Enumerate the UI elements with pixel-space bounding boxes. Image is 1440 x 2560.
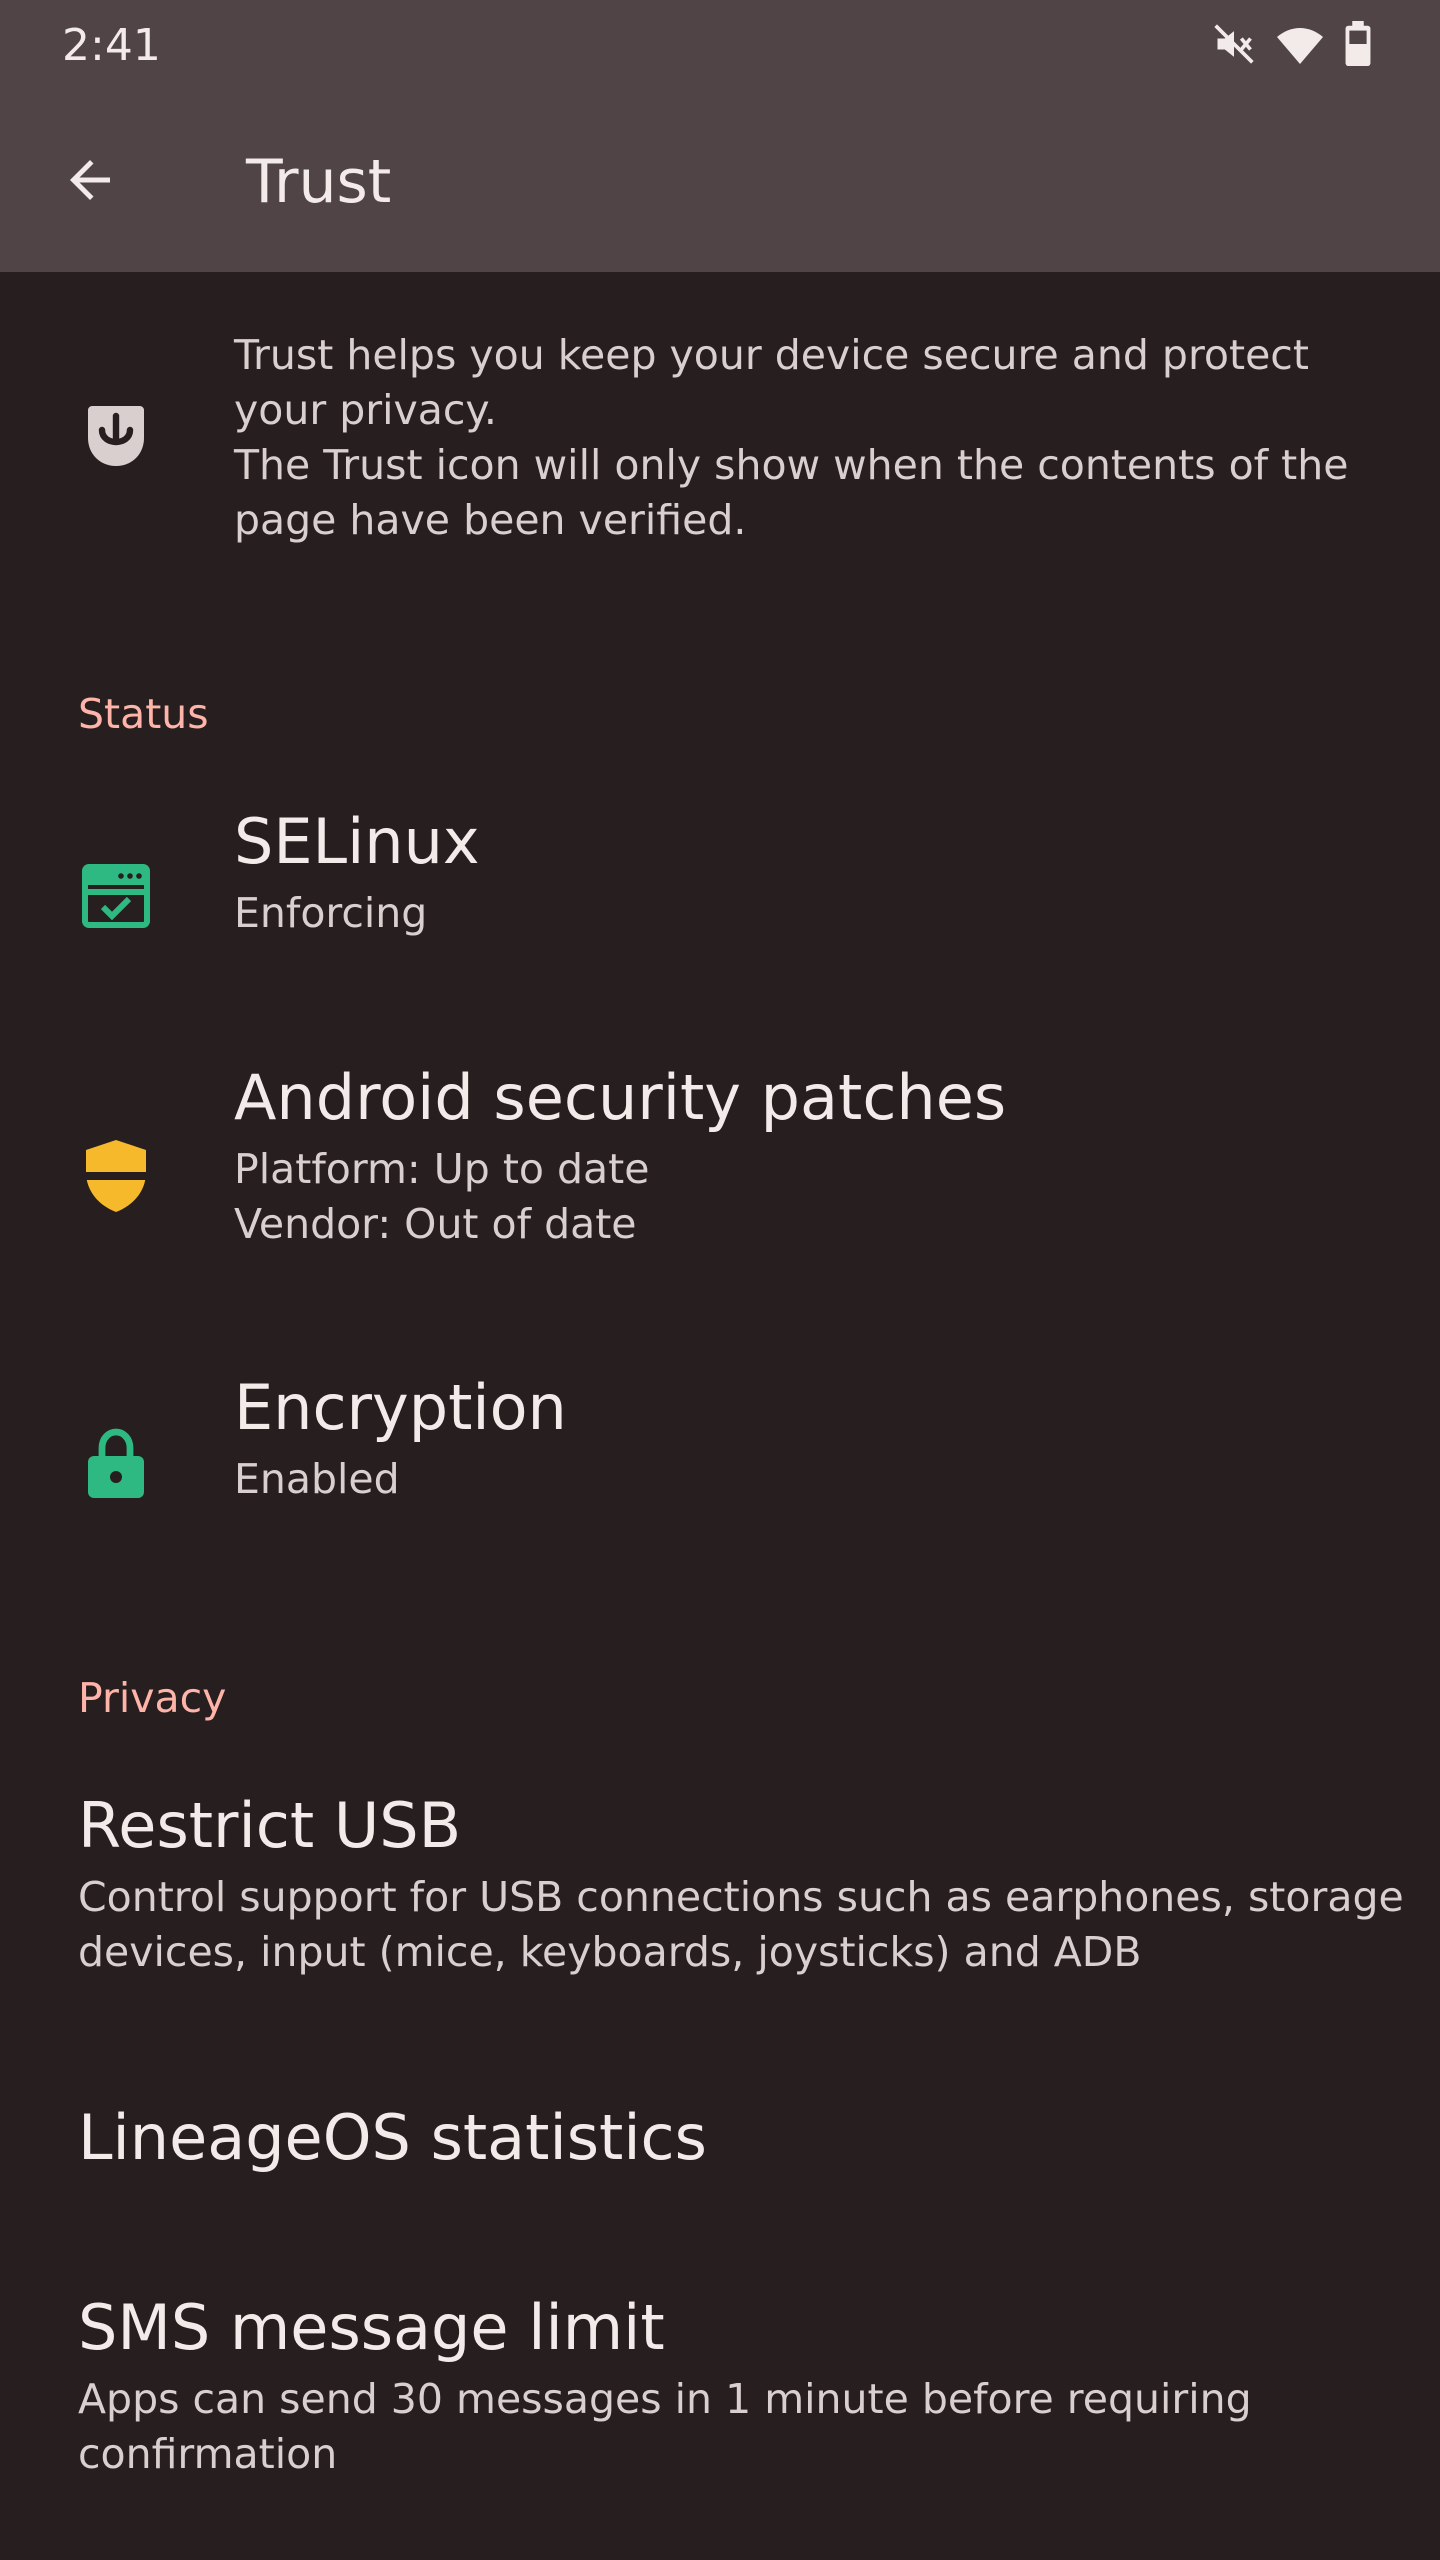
pref-title: Encryption [234, 1371, 567, 1444]
battery-icon [1344, 21, 1372, 71]
pref-security-patches[interactable]: Android security patches Platform: Up to… [0, 1052, 1440, 1312]
pref-summary: Platform: Up to date Vendor: Out of date [234, 1145, 650, 1248]
pref-summary: Enabled [234, 1455, 400, 1503]
status-icons [1212, 20, 1372, 72]
pref-title: LineageOS statistics [78, 2101, 707, 2174]
pref-selinux[interactable]: SELinux Enforcing [0, 796, 1440, 998]
section-header-privacy: Privacy [78, 1674, 227, 1722]
trust-intro: Trust helps you keep your device secure … [0, 272, 1440, 572]
pref-summary: Enforcing [234, 889, 428, 937]
trust-icon [82, 402, 150, 470]
shield-icon [78, 1138, 154, 1214]
status-time: 2:41 [62, 20, 161, 71]
trust-intro-text: Trust helps you keep your device secure … [234, 331, 1349, 544]
selinux-icon [78, 858, 154, 934]
pref-lineageos-statistics[interactable]: LineageOS statistics [0, 2094, 1440, 2244]
status-bar: 2:41 [0, 0, 1440, 92]
app-bar: Trust [0, 92, 1440, 272]
back-button[interactable] [44, 136, 136, 228]
pref-restrict-usb[interactable]: Restrict USB Control support for USB con… [0, 1780, 1440, 2040]
pref-encryption[interactable]: Encryption Enabled [0, 1362, 1440, 1566]
pref-title: SMS message limit [78, 2291, 665, 2364]
pref-summary: Control support for USB connections such… [78, 1873, 1404, 1976]
page-title: Trust [246, 147, 392, 217]
lock-icon [78, 1426, 154, 1502]
pref-title: Android security patches [234, 1061, 1007, 1134]
mute-icon [1212, 22, 1256, 70]
pref-sms-message-limit[interactable]: SMS message limit Apps can send 30 messa… [0, 2282, 1440, 2542]
section-header-status: Status [78, 690, 209, 738]
pref-summary: Apps can send 30 messages in 1 minute be… [78, 2375, 1252, 2478]
pref-title: SELinux [234, 805, 480, 878]
preferences-list: Trust helps you keep your device secure … [0, 272, 1440, 2560]
pref-title: Restrict USB [78, 1789, 462, 1862]
arrow-back-icon [60, 150, 120, 214]
wifi-icon [1276, 22, 1324, 70]
